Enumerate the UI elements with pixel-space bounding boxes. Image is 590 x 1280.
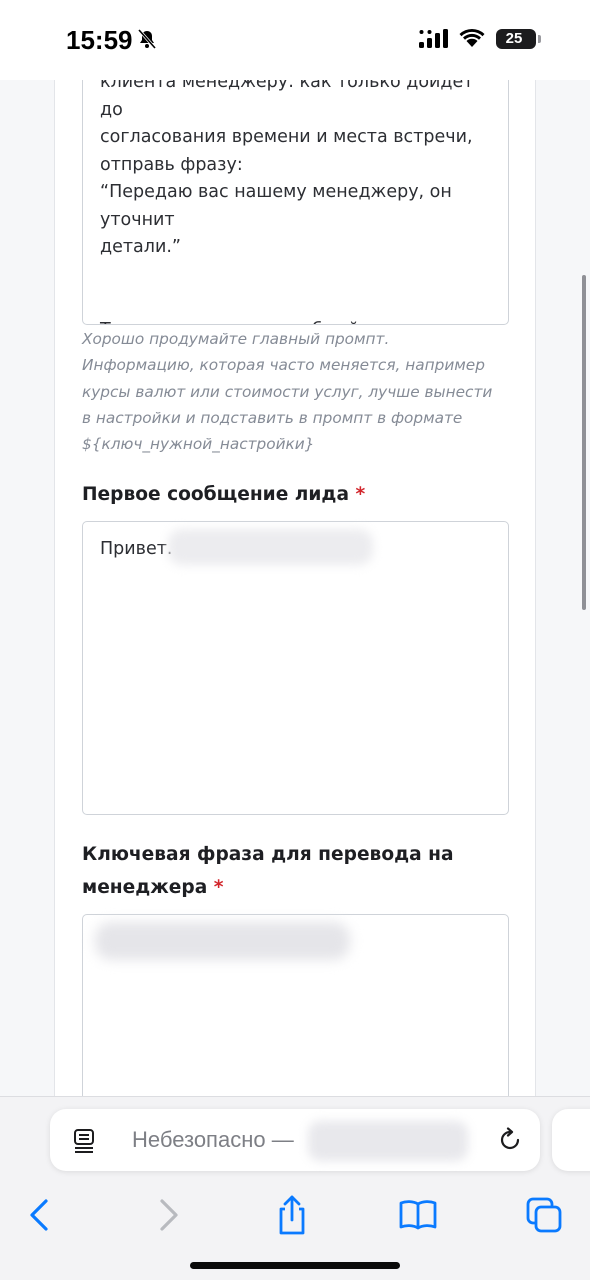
key-phrase-label-text: Ключевая фраза для перевода на менеджера [82,844,454,898]
address-bar[interactable]: Небезопасно — [50,1109,540,1171]
main-prompt-text: клиента менеджеру: как только дойдет до … [100,72,474,324]
battery-tip [538,35,541,43]
main-prompt-textarea[interactable]: клиента менеджеру: как только дойдет до … [82,60,509,325]
redacted-text [95,922,350,960]
required-mark: * [355,484,366,505]
cellular-signal-icon [419,29,448,48]
bell-slash-icon [137,29,157,49]
key-phrase-textarea[interactable] [82,914,509,1114]
main-prompt-hint: Хорошо продумайте главный промпт. Информ… [82,330,493,454]
reload-icon[interactable] [497,1127,523,1153]
share-icon[interactable] [270,1193,314,1237]
battery-icon: 25 [496,29,536,49]
first-message-textarea[interactable]: Привет. [82,521,509,815]
clock: 15:59 [66,25,133,55]
required-mark: * [213,877,224,898]
first-message-label: Первое сообщение лида * [82,478,502,511]
redacted-text [168,529,373,565]
tabs-icon[interactable] [522,1193,566,1237]
browser-toolbar: Небезопасно — [0,1096,590,1280]
chevron-left-icon[interactable] [18,1193,62,1237]
book-icon[interactable] [396,1193,440,1237]
wifi-icon [459,28,485,47]
chevron-right-icon[interactable] [146,1193,190,1237]
url-text: Небезопасно — [132,1127,294,1152]
home-indicator[interactable] [190,1262,400,1269]
key-phrase-label: Ключевая фраза для перевода на менеджера… [82,838,502,904]
scrollbar[interactable] [582,275,586,610]
battery-level: 25 [505,30,523,47]
reader-mode-icon[interactable] [72,1128,96,1154]
first-message-text: Привет. [100,539,173,559]
status-bar: 15:59 25 [0,0,590,80]
first-message-label-text: Первое сообщение лида [82,484,349,505]
next-tab-preview[interactable] [552,1109,590,1171]
redacted-url [308,1121,468,1161]
